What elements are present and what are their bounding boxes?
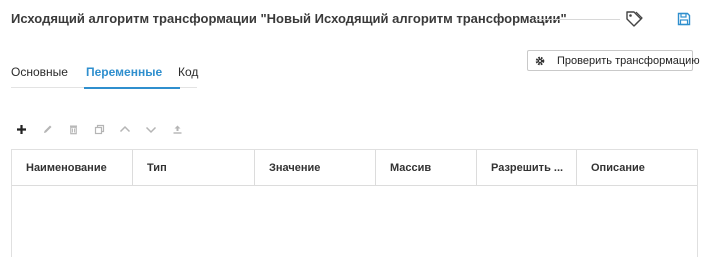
column-header-array[interactable]: Массив (376, 150, 477, 186)
column-header-allow[interactable]: Разрешить ... (477, 150, 577, 186)
save-icon[interactable] (673, 8, 695, 30)
column-header-value[interactable]: Значение (255, 150, 376, 186)
tab-variables[interactable]: Переменные (84, 64, 180, 89)
column-header-type[interactable]: Тип (133, 150, 255, 186)
variables-toolbar (11, 119, 193, 139)
move-down-icon[interactable] (141, 119, 161, 139)
check-transformation-button[interactable]: Проверить трансформацию (527, 50, 700, 71)
copy-icon[interactable] (89, 119, 109, 139)
add-icon[interactable] (11, 119, 31, 139)
title-divider (535, 19, 620, 20)
delete-icon[interactable] (63, 119, 83, 139)
column-header-name[interactable]: Наименование (12, 150, 133, 186)
page-title: Исходящий алгоритм трансформации "Новый … (11, 11, 567, 26)
upload-icon[interactable] (167, 119, 187, 139)
table-header: Наименование Тип Значение Массив Разреши… (12, 150, 697, 186)
tab-code[interactable]: Код (178, 64, 198, 88)
column-header-description[interactable]: Описание (577, 150, 697, 186)
tag-icon[interactable] (623, 8, 645, 30)
move-up-icon[interactable] (115, 119, 135, 139)
tab-bar: Основные Переменные Код (11, 64, 198, 89)
check-transformation-label: Проверить трансформацию (557, 54, 700, 67)
gear-icon (534, 55, 546, 67)
tab-main[interactable]: Основные (11, 64, 86, 88)
variables-table: Наименование Тип Значение Массив Разреши… (11, 149, 698, 257)
edit-icon[interactable] (37, 119, 57, 139)
